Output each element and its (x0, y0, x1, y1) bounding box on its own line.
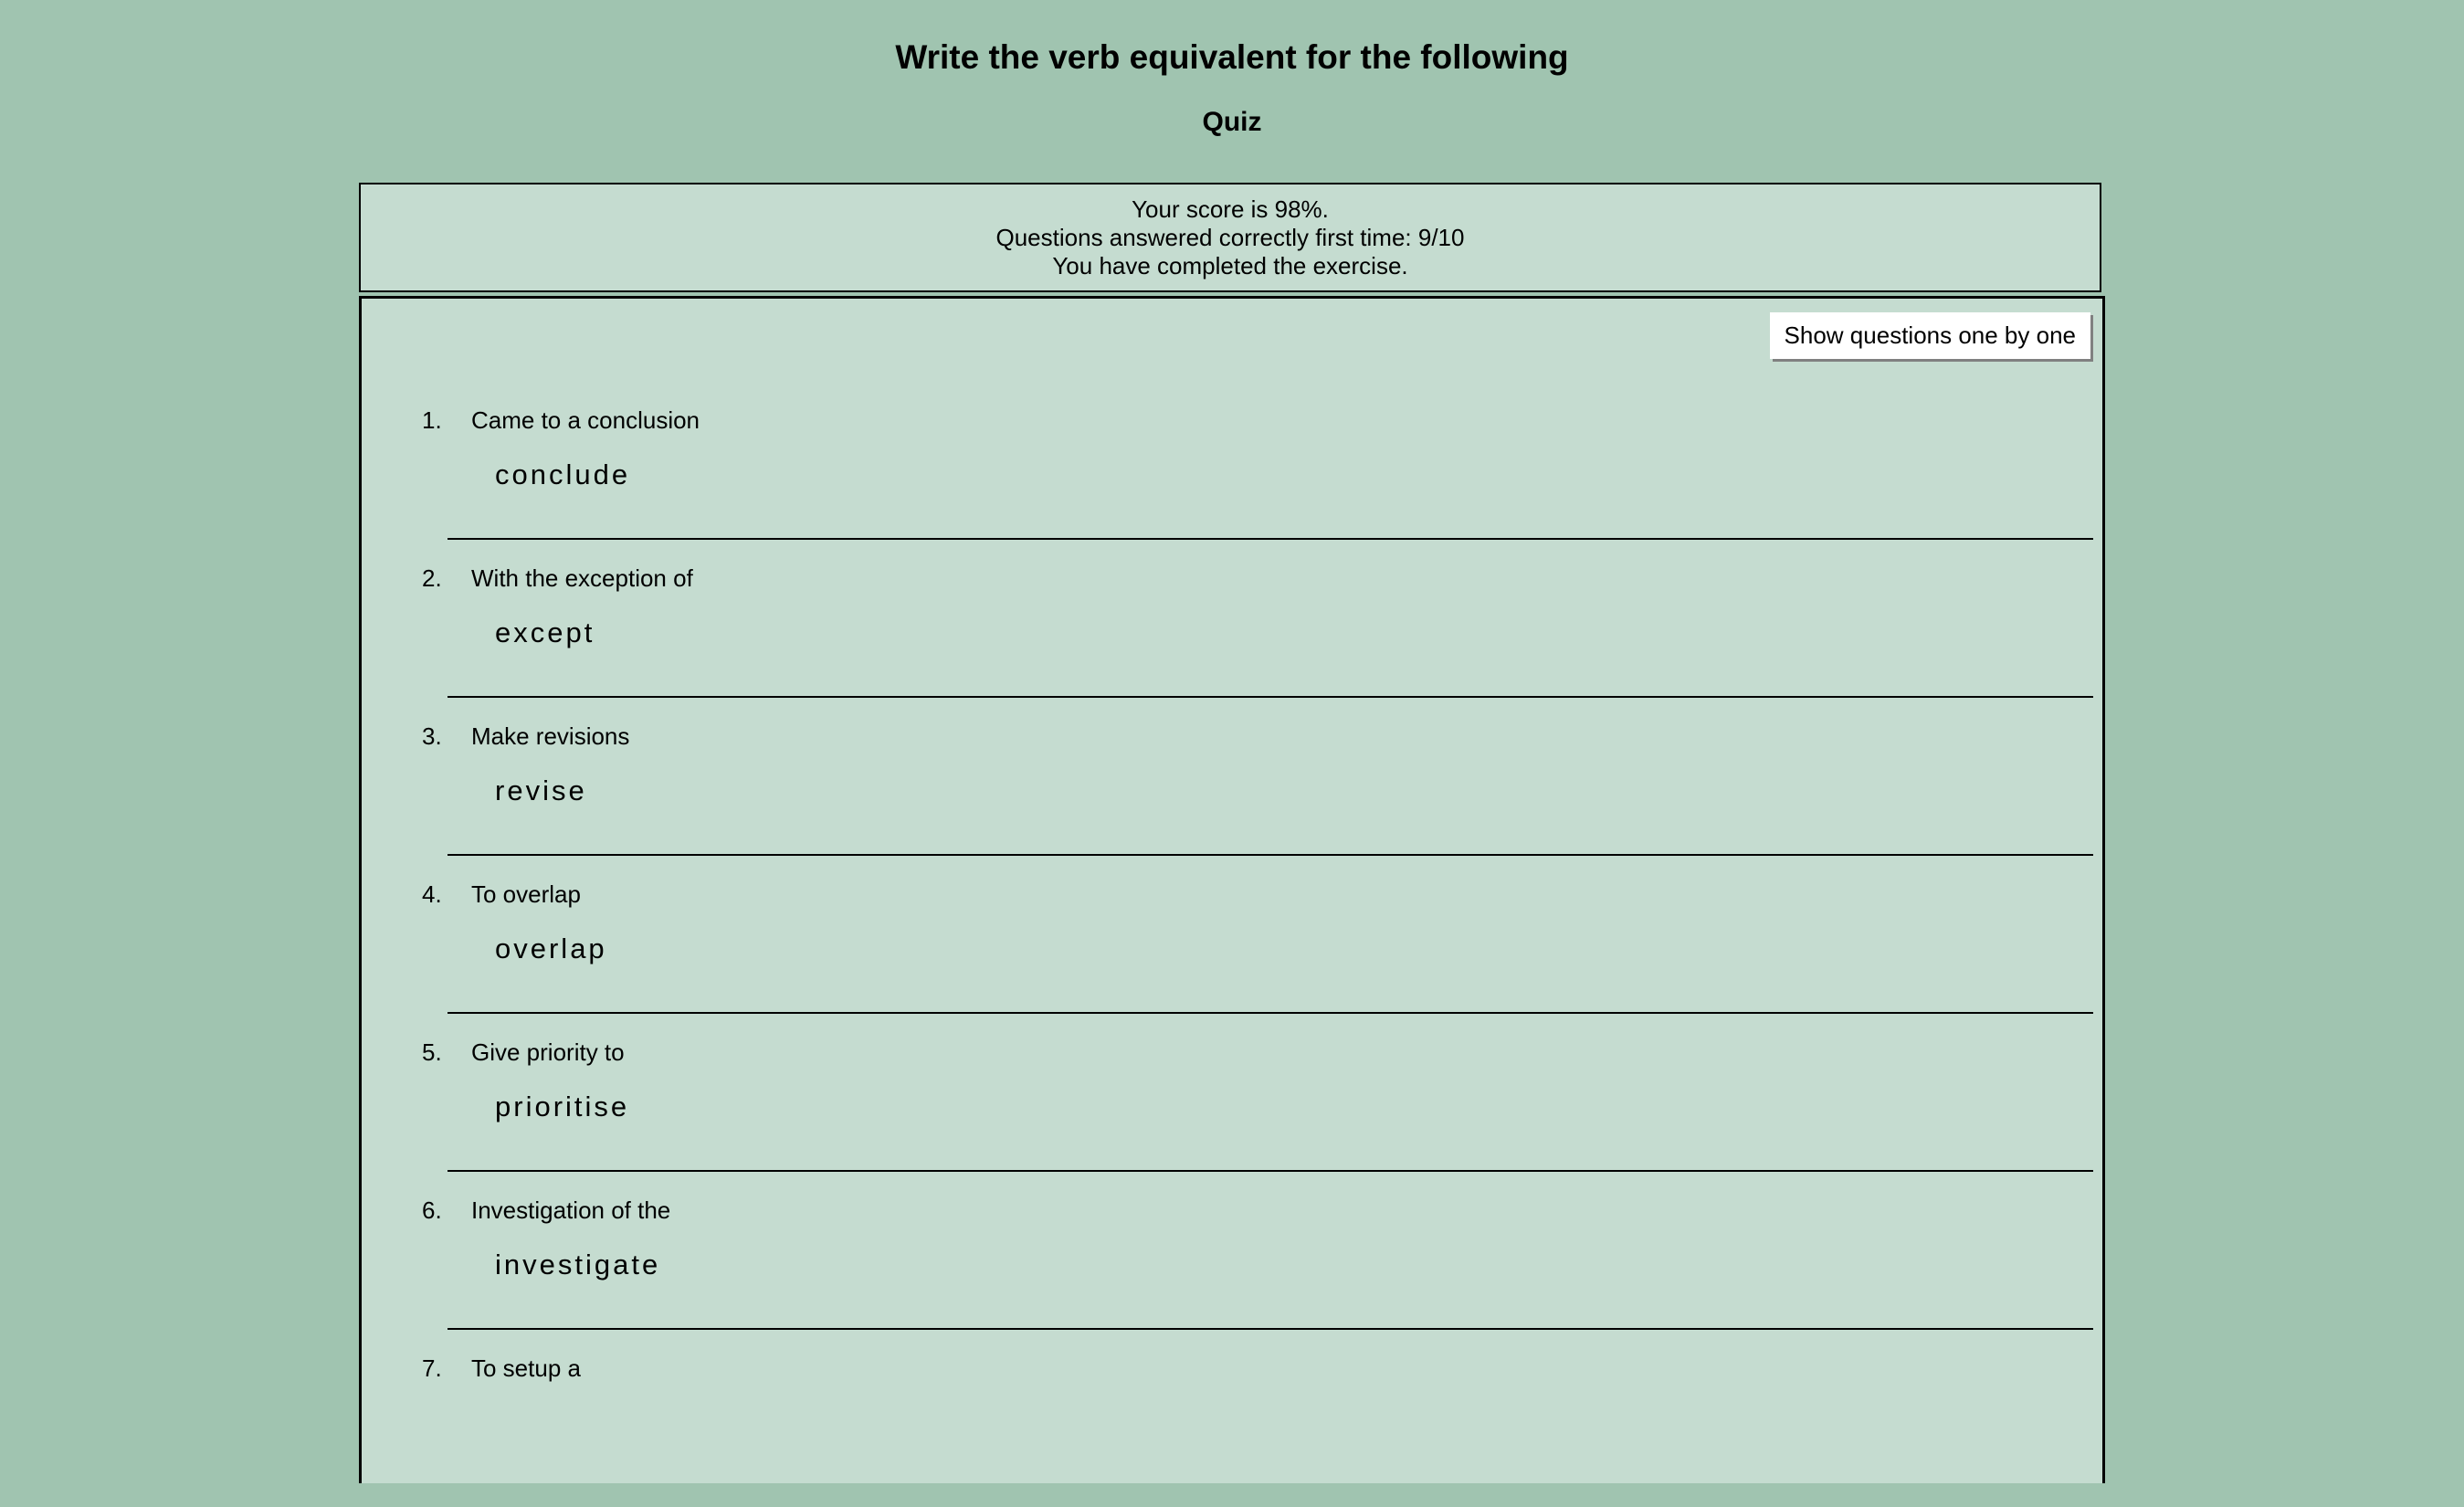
question-text: Make revisions (471, 722, 630, 750)
question-text: Came to a conclusion (471, 406, 700, 434)
question-item: 6. Investigation of the investigate (362, 1191, 2102, 1349)
question-item: 3. Make revisions revise (362, 717, 2102, 875)
question-text: Investigation of the (471, 1196, 671, 1224)
answer-text: overlap (495, 933, 607, 964)
question-number: 5. (422, 1038, 442, 1066)
answer-text: prioritise (495, 1091, 630, 1122)
divider (448, 1170, 2093, 1172)
question-number: 1. (422, 406, 442, 434)
divider (448, 538, 2093, 540)
question-number: 4. (422, 880, 442, 908)
completion-text: You have completed the exercise. (1052, 252, 1408, 279)
question-item: 7. To setup a (362, 1349, 2102, 1507)
show-questions-one-by-one-button[interactable]: Show questions one by one (1769, 312, 2090, 359)
question-number: 7. (422, 1354, 442, 1382)
answer-text: conclude (495, 458, 631, 490)
question-number: 6. (422, 1196, 442, 1224)
question-item: 1. Came to a conclusion conclude (362, 401, 2102, 559)
divider (448, 854, 2093, 856)
question-text: With the exception of (471, 564, 693, 592)
question-text: To setup a (471, 1354, 581, 1382)
divider (448, 1328, 2093, 1330)
question-number: 3. (422, 722, 442, 750)
question-item: 2. With the exception of except (362, 559, 2102, 717)
score-text: Your score is 98%. (1132, 195, 1329, 223)
score-panel: Your score is 98%. Questions answered co… (359, 183, 2101, 292)
first-time-correct-text: Questions answered correctly first time:… (995, 224, 1465, 251)
question-item: 4. To overlap overlap (362, 875, 2102, 1033)
question-text: Give priority to (471, 1038, 625, 1066)
quiz-panel: Show questions one by one 1. Came to a co… (359, 296, 2105, 1483)
question-list: 1. Came to a conclusion conclude 2. With th… (362, 401, 2102, 1507)
answer-text: except (495, 616, 595, 648)
page-subtitle: Quiz (1202, 107, 1262, 137)
question-text: To overlap (471, 880, 581, 908)
divider (448, 1012, 2093, 1014)
question-number: 2. (422, 564, 442, 592)
divider (448, 696, 2093, 698)
answer-text: revise (495, 775, 587, 806)
answer-text: investigate (495, 1249, 661, 1280)
question-item: 5. Give priority to prioritise (362, 1033, 2102, 1191)
page-title: Write the verb equivalent for the follow… (895, 38, 1569, 76)
